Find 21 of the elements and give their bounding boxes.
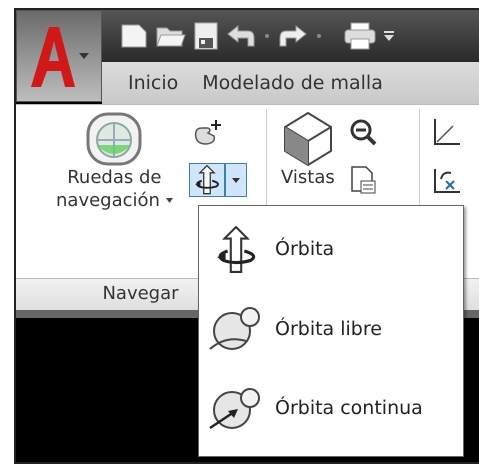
caret-icon bbox=[232, 178, 240, 182]
application-menu-button[interactable] bbox=[16, 10, 102, 102]
axes-icon bbox=[431, 117, 461, 147]
redo-icon[interactable] bbox=[278, 24, 308, 48]
menu-item[interactable]: Órbita continua bbox=[199, 384, 463, 432]
caret-icon bbox=[166, 198, 173, 204]
steering-wheel-icon bbox=[85, 111, 144, 167]
ribbon-tab[interactable]: Modelado de malla bbox=[202, 68, 383, 98]
orbit-button[interactable] bbox=[188, 163, 225, 197]
caret-icon[interactable] bbox=[384, 31, 394, 41]
document-icon bbox=[348, 165, 377, 195]
magnifier-icon bbox=[348, 118, 377, 146]
cube-icon bbox=[282, 111, 333, 167]
undo-icon[interactable] bbox=[226, 24, 256, 48]
menu-item[interactable]: Órbita bbox=[199, 226, 463, 274]
navigation-wheels-button[interactable]: Ruedas de navegación bbox=[52, 105, 177, 278]
printer-icon[interactable] bbox=[344, 22, 376, 50]
new-document-icon[interactable] bbox=[120, 23, 148, 49]
dropdown-button[interactable] bbox=[224, 163, 247, 197]
ribbon-tab[interactable]: Inicio bbox=[128, 68, 178, 98]
caret-icon bbox=[79, 53, 89, 59]
